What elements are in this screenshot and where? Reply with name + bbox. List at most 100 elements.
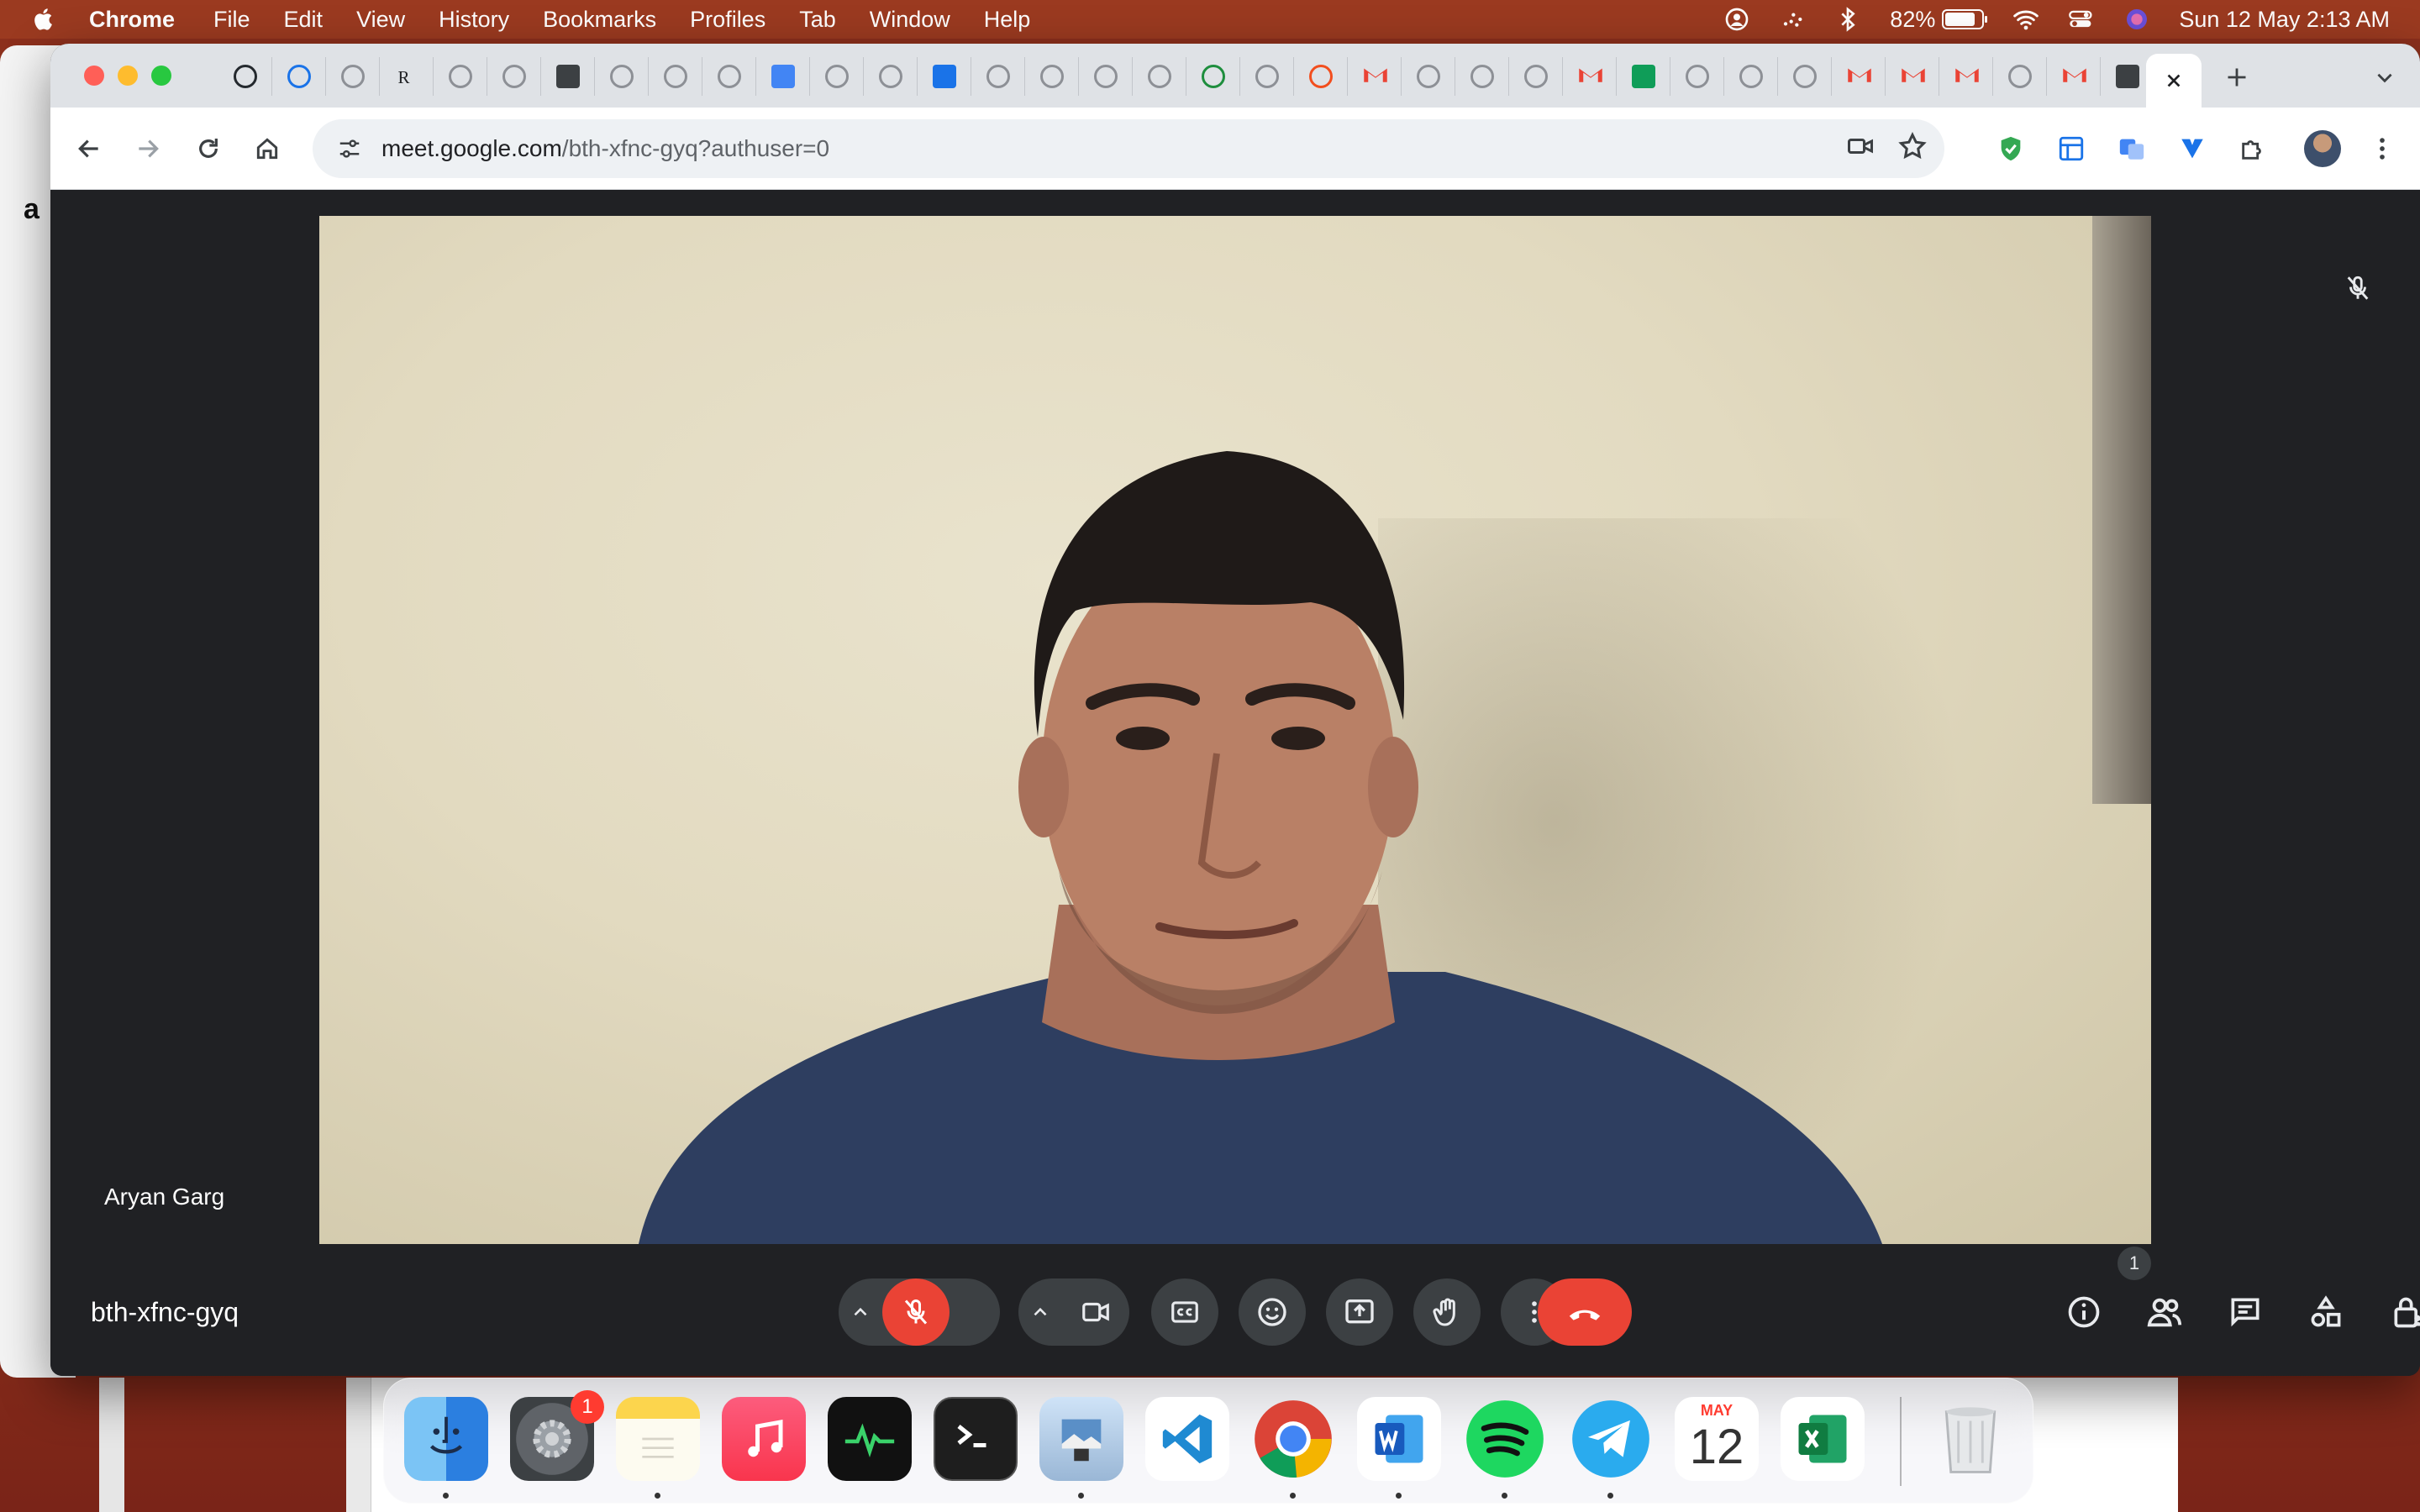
browser-tab[interactable]	[1133, 57, 1186, 96]
menu-view[interactable]: View	[356, 7, 405, 33]
meeting-details-button[interactable]	[2059, 1287, 2109, 1337]
dock-telegram[interactable]	[1569, 1397, 1653, 1481]
dock-notes[interactable]	[616, 1397, 700, 1481]
address-bar[interactable]: meet.google.com/bth-xfnc-gyq?authuser=0	[313, 119, 1944, 178]
profile-avatar[interactable]	[2304, 130, 2341, 167]
dots-status-icon[interactable]	[1779, 6, 1806, 33]
browser-tab[interactable]	[1670, 57, 1724, 96]
menu-app-name[interactable]: Chrome	[89, 7, 175, 33]
chat-button[interactable]	[2220, 1287, 2270, 1337]
menu-file[interactable]: File	[213, 7, 250, 33]
tab-search-button[interactable]	[2366, 59, 2403, 96]
browser-tab[interactable]	[434, 57, 487, 96]
browser-tab[interactable]	[1886, 57, 1939, 96]
browser-tab[interactable]	[1617, 57, 1670, 96]
extensions-puzzle-icon[interactable]	[2232, 128, 2274, 170]
people-button[interactable]	[2139, 1287, 2190, 1337]
wifi-icon[interactable]	[2012, 6, 2039, 33]
dock-finder[interactable]	[404, 1397, 488, 1481]
menu-profiles[interactable]: Profiles	[690, 7, 765, 33]
home-button[interactable]	[247, 129, 287, 169]
fullscreen-window-button[interactable]	[151, 66, 171, 86]
browser-tab[interactable]	[1348, 57, 1402, 96]
browser-tab[interactable]	[918, 57, 971, 96]
dock-trash[interactable]	[1928, 1397, 2012, 1481]
bookmark-star-icon[interactable]	[1897, 131, 1928, 161]
siri-icon[interactable]	[2123, 6, 2150, 33]
forward-button[interactable]	[128, 129, 168, 169]
menu-tab[interactable]: Tab	[799, 7, 836, 33]
dock-excel[interactable]	[1781, 1397, 1865, 1481]
dock-spotify[interactable]	[1463, 1397, 1547, 1481]
browser-tab[interactable]	[756, 57, 810, 96]
browser-tab[interactable]	[864, 57, 918, 96]
back-button[interactable]	[69, 129, 109, 169]
captions-button[interactable]	[1151, 1278, 1218, 1346]
dock-activity-monitor[interactable]	[828, 1397, 912, 1481]
leave-call-button[interactable]	[1538, 1278, 1632, 1346]
translate-extension-icon[interactable]	[2111, 128, 2153, 170]
browser-tab[interactable]	[1402, 57, 1455, 96]
browser-tab[interactable]	[1455, 57, 1509, 96]
browser-tab[interactable]	[1939, 57, 1993, 96]
browser-tab[interactable]	[595, 57, 649, 96]
browser-tab[interactable]	[1025, 57, 1079, 96]
browser-tab[interactable]	[272, 57, 326, 96]
browser-tab[interactable]	[810, 57, 864, 96]
user-icon[interactable]	[1723, 6, 1750, 33]
audio-options-button[interactable]	[839, 1278, 882, 1346]
dock-calendar[interactable]: MAY 12	[1675, 1397, 1759, 1481]
menu-window[interactable]: Window	[870, 7, 950, 33]
browser-tab[interactable]: R	[380, 57, 434, 96]
browser-tab[interactable]	[1079, 57, 1133, 96]
present-screen-button[interactable]	[1326, 1278, 1393, 1346]
apple-icon[interactable]	[32, 7, 57, 32]
raise-hand-button[interactable]	[1413, 1278, 1481, 1346]
control-center-icon[interactable]	[2068, 6, 2095, 33]
browser-tab[interactable]	[702, 57, 756, 96]
dock-word[interactable]	[1357, 1397, 1441, 1481]
browser-tab[interactable]	[2047, 57, 2101, 96]
camera-in-use-icon[interactable]	[1845, 131, 1876, 161]
browser-tab[interactable]	[218, 57, 272, 96]
shield-extension-icon[interactable]	[1990, 128, 2032, 170]
dock-vscode[interactable]	[1145, 1397, 1229, 1481]
chrome-menu-icon[interactable]	[2361, 128, 2403, 170]
participant-video[interactable]	[319, 216, 2151, 1244]
menu-bookmarks[interactable]: Bookmarks	[543, 7, 656, 33]
dock-chrome[interactable]	[1251, 1397, 1335, 1481]
microphone-toggle-button[interactable]	[882, 1278, 950, 1346]
browser-tab[interactable]	[971, 57, 1025, 96]
activities-button[interactable]	[2301, 1287, 2351, 1337]
menu-help[interactable]: Help	[984, 7, 1031, 33]
browser-tab[interactable]	[1993, 57, 2047, 96]
minimize-window-button[interactable]	[118, 66, 138, 86]
table-extension-icon[interactable]	[2050, 128, 2092, 170]
close-tab-icon[interactable]	[2165, 71, 2183, 90]
host-controls-button[interactable]	[2383, 1287, 2420, 1337]
bluetooth-icon[interactable]	[1834, 6, 1861, 33]
browser-tab[interactable]	[326, 57, 380, 96]
browser-tab[interactable]	[1563, 57, 1617, 96]
dock-preview[interactable]	[1039, 1397, 1123, 1481]
dock-terminal[interactable]	[934, 1397, 1018, 1481]
video-options-button[interactable]	[1018, 1278, 1062, 1346]
menu-edit[interactable]: Edit	[284, 7, 324, 33]
browser-tab[interactable]	[1186, 57, 1240, 96]
dock-system-settings[interactable]: 1	[510, 1390, 604, 1481]
browser-tab[interactable]	[1778, 57, 1832, 96]
active-tab-meet[interactable]	[2146, 54, 2202, 108]
vercel-extension-icon[interactable]	[2171, 128, 2213, 170]
menubar-datetime[interactable]: Sun 12 May 2:13 AM	[2179, 7, 2390, 33]
browser-tab[interactable]	[1832, 57, 1886, 96]
menu-history[interactable]: History	[439, 7, 509, 33]
browser-tab[interactable]	[1294, 57, 1348, 96]
url-text[interactable]: meet.google.com/bth-xfnc-gyq?authuser=0	[381, 135, 829, 162]
new-tab-button[interactable]	[2218, 59, 2255, 96]
reactions-button[interactable]	[1239, 1278, 1306, 1346]
browser-tab[interactable]	[1724, 57, 1778, 96]
dock-music[interactable]	[722, 1397, 806, 1481]
reload-button[interactable]	[188, 129, 229, 169]
browser-tab[interactable]	[541, 57, 595, 96]
browser-tab[interactable]	[1240, 57, 1294, 96]
